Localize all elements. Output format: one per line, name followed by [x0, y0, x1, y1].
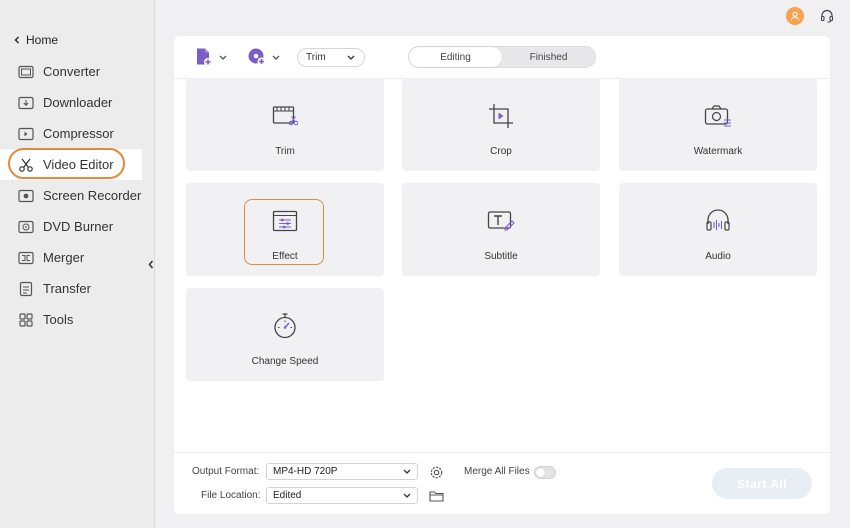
- sidebar-item-label: Converter: [43, 64, 101, 79]
- user-avatar-icon[interactable]: [786, 7, 804, 25]
- toolbar: Trim Editing Finished: [174, 36, 830, 79]
- sidebar-item-label: Compressor: [43, 126, 114, 141]
- tool-label: Subtitle: [484, 251, 518, 262]
- scissors-icon: [18, 157, 34, 173]
- merger-icon: [18, 250, 34, 266]
- effect-icon: [271, 207, 299, 235]
- output-settings-button[interactable]: [428, 464, 444, 480]
- sidebar-item-label: Tools: [43, 312, 74, 327]
- folder-icon: [428, 491, 444, 502]
- sidebar-item-compressor[interactable]: Compressor: [0, 118, 155, 149]
- sidebar-item-downloader[interactable]: Downloader: [0, 87, 155, 118]
- chevron-down-icon: [403, 469, 411, 474]
- tool-card-audio[interactable]: Audio: [619, 183, 817, 276]
- add-dvd-icon: [248, 48, 266, 66]
- edit-mode-select[interactable]: Trim: [297, 48, 365, 67]
- chevron-down-icon: [403, 493, 411, 498]
- sidebar-item-label: Downloader: [43, 95, 113, 110]
- settings-gear-icon: [430, 466, 442, 478]
- tab-finished[interactable]: Finished: [502, 47, 595, 67]
- sidebar-item-merger[interactable]: Merger: [0, 242, 155, 273]
- tool-label: Watermark: [693, 146, 743, 157]
- edit-mode-value: Trim: [306, 52, 326, 63]
- merge-all-files-toggle[interactable]: [534, 466, 556, 479]
- tool-label: Crop: [490, 146, 512, 157]
- tool-label: Audio: [705, 251, 731, 262]
- speed-icon: [271, 312, 299, 340]
- sidebar-item-label: Video Editor: [43, 157, 114, 172]
- open-folder-button[interactable]: [428, 488, 444, 504]
- crop-icon: [487, 102, 515, 130]
- tool-card-watermark[interactable]: Watermark: [619, 78, 817, 171]
- footer-bar: Output Format: MP4-HD 720P Merge All Fil…: [174, 452, 830, 514]
- tools-icon: [18, 312, 34, 328]
- output-format-select[interactable]: MP4-HD 720P: [266, 463, 418, 480]
- chevron-down-icon: [272, 55, 280, 60]
- tool-card-effect[interactable]: Effect: [186, 183, 384, 276]
- sidebar: Home Converter Downloader Compressor Vid…: [0, 0, 155, 528]
- compressor-icon: [18, 126, 34, 142]
- home-link[interactable]: Home: [14, 33, 58, 47]
- transfer-icon: [18, 281, 34, 297]
- home-label: Home: [26, 33, 59, 47]
- sidebar-item-converter[interactable]: Converter: [0, 56, 155, 87]
- sidebar-item-screen-recorder[interactable]: Screen Recorder: [0, 180, 155, 211]
- tool-label: Effect: [272, 251, 298, 262]
- sidebar-item-label: DVD Burner: [43, 219, 114, 234]
- watermark-icon: [704, 102, 732, 130]
- chevron-down-icon: [219, 55, 227, 60]
- sidebar-nav: Converter Downloader Compressor Video Ed…: [0, 56, 155, 335]
- sidebar-item-label: Transfer: [43, 281, 91, 296]
- headset-icon[interactable]: [818, 7, 836, 25]
- downloader-icon: [18, 95, 34, 111]
- sidebar-item-transfer[interactable]: Transfer: [0, 273, 155, 304]
- tool-label: Change Speed: [251, 356, 319, 367]
- tool-card-trim[interactable]: Trim: [186, 78, 384, 171]
- tool-label: Trim: [275, 146, 295, 157]
- tool-card-crop[interactable]: Crop: [402, 78, 600, 171]
- chevron-left-icon: [14, 36, 19, 44]
- collapse-sidebar-button[interactable]: [146, 256, 156, 272]
- sidebar-item-tools[interactable]: Tools: [0, 304, 155, 335]
- status-tabs: Editing Finished: [408, 46, 596, 68]
- trim-icon: [271, 102, 299, 130]
- subtitle-icon: [487, 207, 515, 235]
- file-location-select[interactable]: Edited: [266, 487, 418, 504]
- add-file-icon: [197, 48, 212, 66]
- start-all-button[interactable]: Start All: [712, 468, 812, 499]
- chevron-down-icon: [347, 55, 355, 60]
- load-dvd-button[interactable]: [247, 47, 280, 67]
- audio-icon: [704, 207, 732, 235]
- merge-all-files-label: Merge All Files: [464, 466, 530, 477]
- file-location-value: Edited: [273, 490, 302, 501]
- file-location-label: File Location:: [201, 490, 261, 501]
- output-format-label: Output Format:: [192, 466, 260, 477]
- sidebar-item-label: Screen Recorder: [43, 188, 142, 203]
- sidebar-item-dvd-burner[interactable]: DVD Burner: [0, 211, 155, 242]
- top-right-actions: [786, 7, 836, 25]
- sidebar-item-video-editor[interactable]: Video Editor: [0, 148, 142, 180]
- add-files-button[interactable]: [194, 47, 227, 67]
- chevron-left-icon: [148, 260, 154, 268]
- sidebar-item-label: Merger: [43, 250, 85, 265]
- output-format-value: MP4-HD 720P: [273, 466, 338, 477]
- converter-icon: [18, 64, 34, 80]
- tab-editing[interactable]: Editing: [409, 47, 502, 67]
- dvd-icon: [18, 219, 34, 235]
- tool-card-change-speed[interactable]: Change Speed: [186, 288, 384, 381]
- screen-recorder-icon: [18, 188, 34, 204]
- tool-card-subtitle[interactable]: Subtitle: [402, 183, 600, 276]
